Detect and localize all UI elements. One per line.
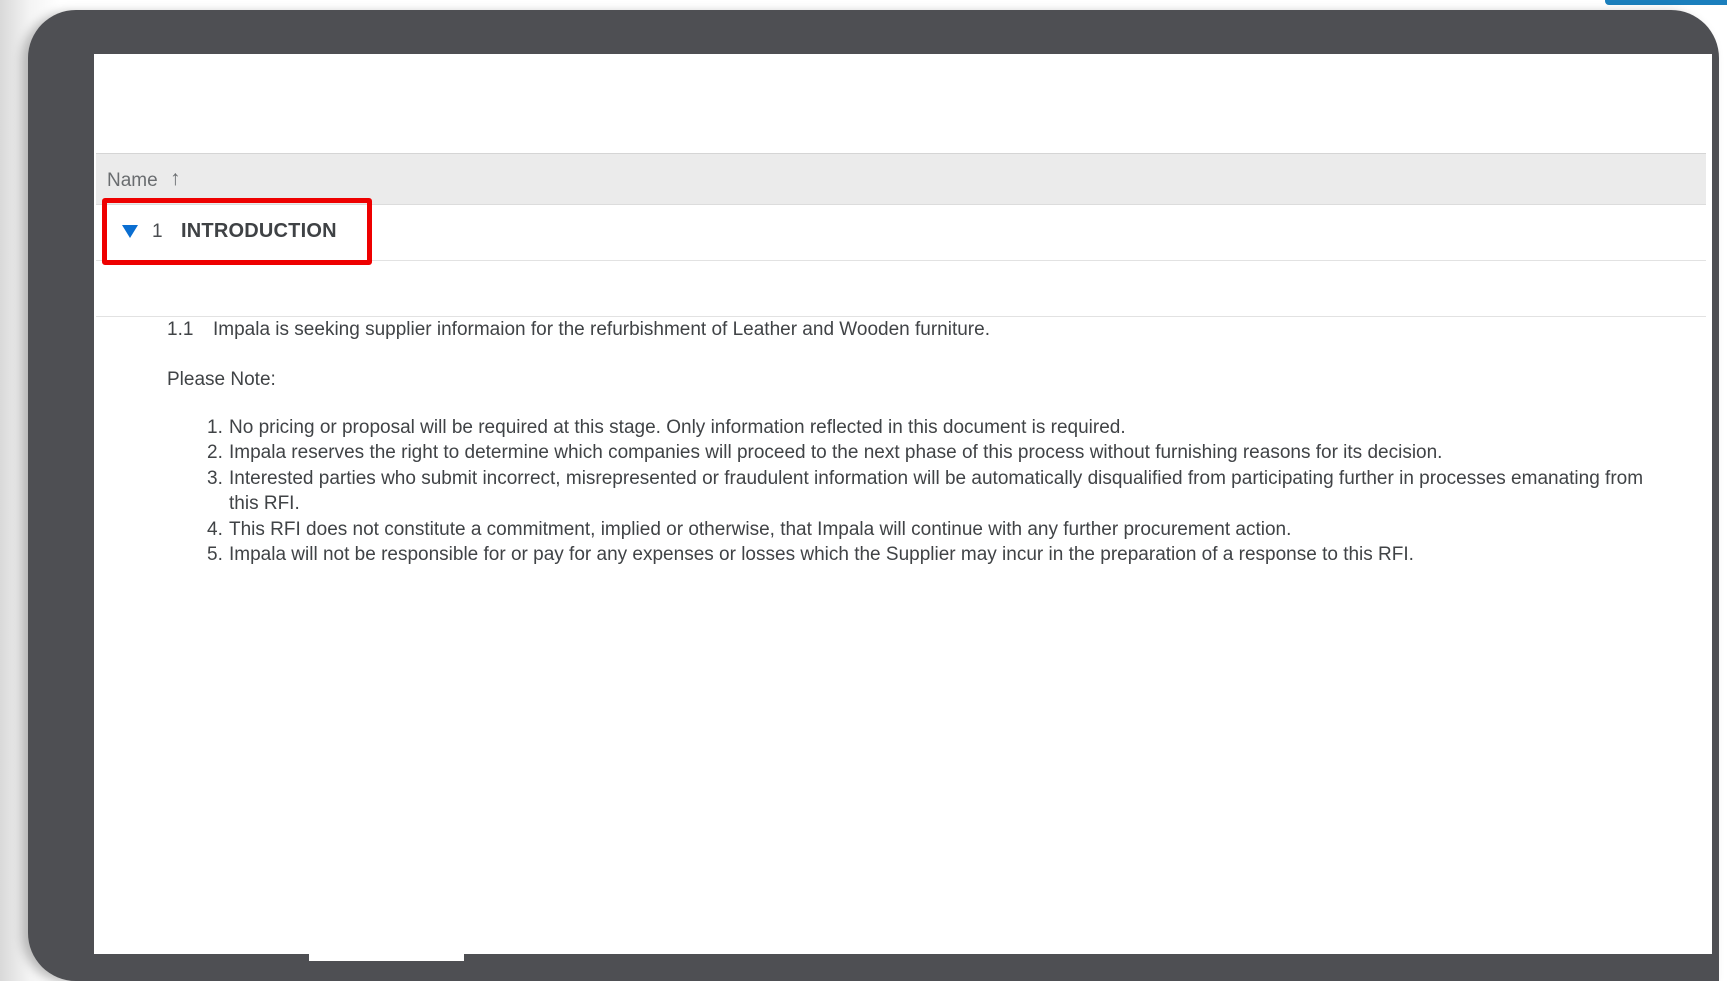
note-label: Please Note: bbox=[167, 369, 276, 390]
highlight-annotation bbox=[102, 198, 372, 265]
empty-table-row bbox=[96, 261, 1706, 317]
arrow-up-icon[interactable]: ↑ bbox=[170, 167, 181, 191]
column-header-name[interactable]: Name bbox=[107, 170, 158, 192]
list-item: 3. Interested parties who submit incorrec… bbox=[207, 467, 1644, 515]
list-item: 1. No pricing or proposal will be require… bbox=[207, 417, 1126, 438]
list-item: 2. Impala reserves the right to determine… bbox=[207, 442, 1443, 464]
list-item: 5. Impala will not be responsible for or … bbox=[207, 544, 1414, 566]
app-screen: Name ↑ 1 INTRODUCTION 1.1 Impala is seeki… bbox=[94, 54, 1712, 954]
device-frame: Name ↑ 1 INTRODUCTION 1.1 Impala is seeki… bbox=[28, 10, 1719, 981]
content-item: 1.1 Impala is seeking supplier informaion… bbox=[167, 319, 990, 341]
bottom-tab-notch bbox=[309, 944, 464, 961]
list-item: 4. This RFI does not constitute a commitm… bbox=[207, 518, 1292, 540]
item-number: 1.1 bbox=[167, 319, 194, 340]
item-text: Impala is seeking supplier informaion fo… bbox=[213, 319, 990, 340]
notes-list: 1. No pricing or proposal will be require… bbox=[207, 415, 1667, 567]
accent-bar bbox=[1605, 0, 1727, 5]
